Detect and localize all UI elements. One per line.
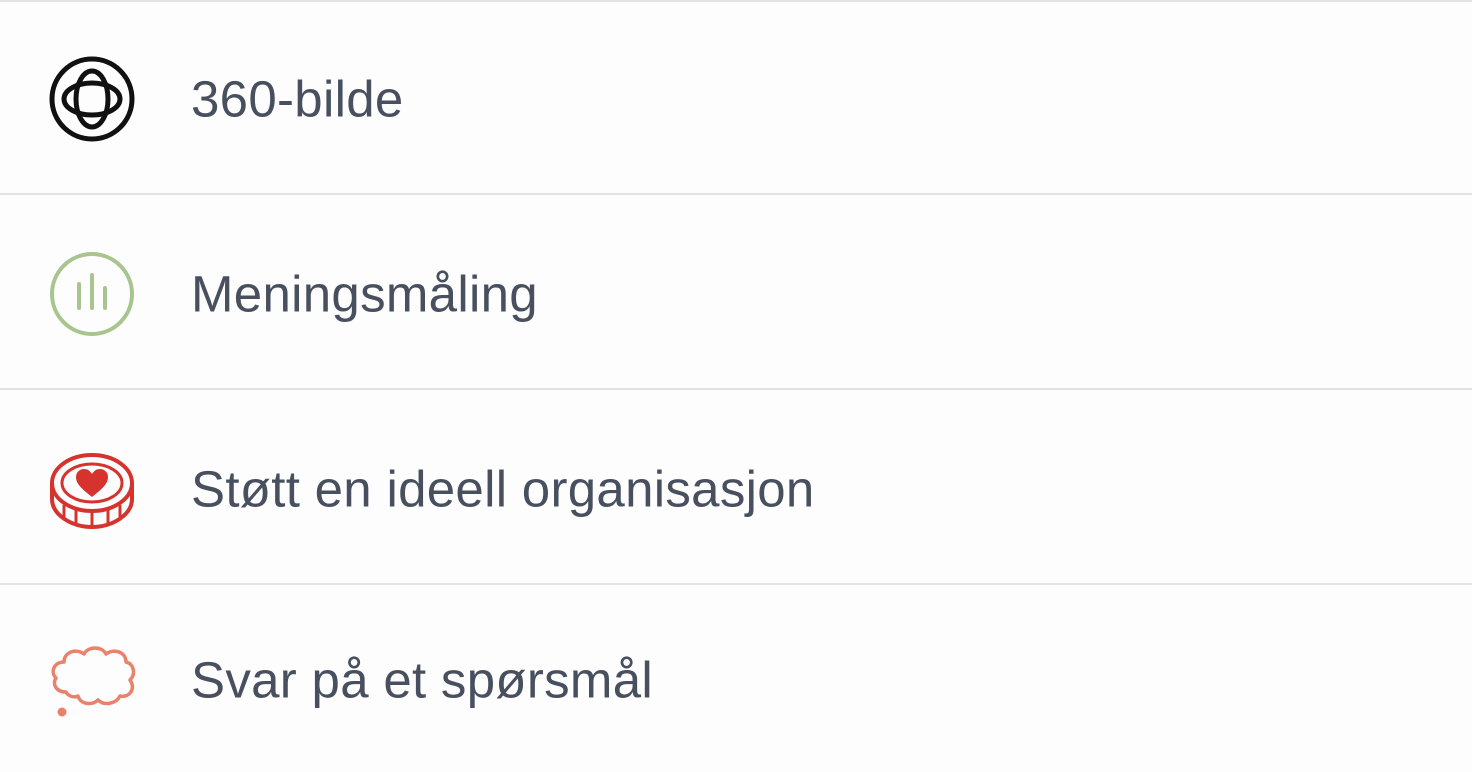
- menu-item-360-photo[interactable]: 360-bilde: [0, 2, 1472, 195]
- menu-item-poll[interactable]: Meningsmåling: [0, 197, 1472, 390]
- menu-item-label: Støtt en ideell organisasjon: [191, 460, 815, 517]
- menu-item-answer-question[interactable]: Svar på et spørsmål: [0, 587, 1472, 772]
- row-divider: [0, 583, 1472, 585]
- menu-item-label: Meningsmåling: [191, 265, 538, 322]
- poll-chart-icon: [46, 248, 138, 340]
- menu-item-label: 360-bilde: [191, 70, 404, 127]
- attachment-menu: 360-bilde Meningsmåling Støtt en ideell …: [0, 0, 1472, 772]
- thought-bubble-icon: [46, 634, 138, 726]
- row-divider: [0, 193, 1472, 195]
- menu-item-label: Svar på et spørsmål: [191, 651, 654, 708]
- menu-item-support-organization[interactable]: Støtt en ideell organisasjon: [0, 392, 1472, 585]
- 360-photo-icon: [46, 53, 138, 145]
- heart-coin-icon: [46, 443, 138, 535]
- row-divider: [0, 388, 1472, 390]
